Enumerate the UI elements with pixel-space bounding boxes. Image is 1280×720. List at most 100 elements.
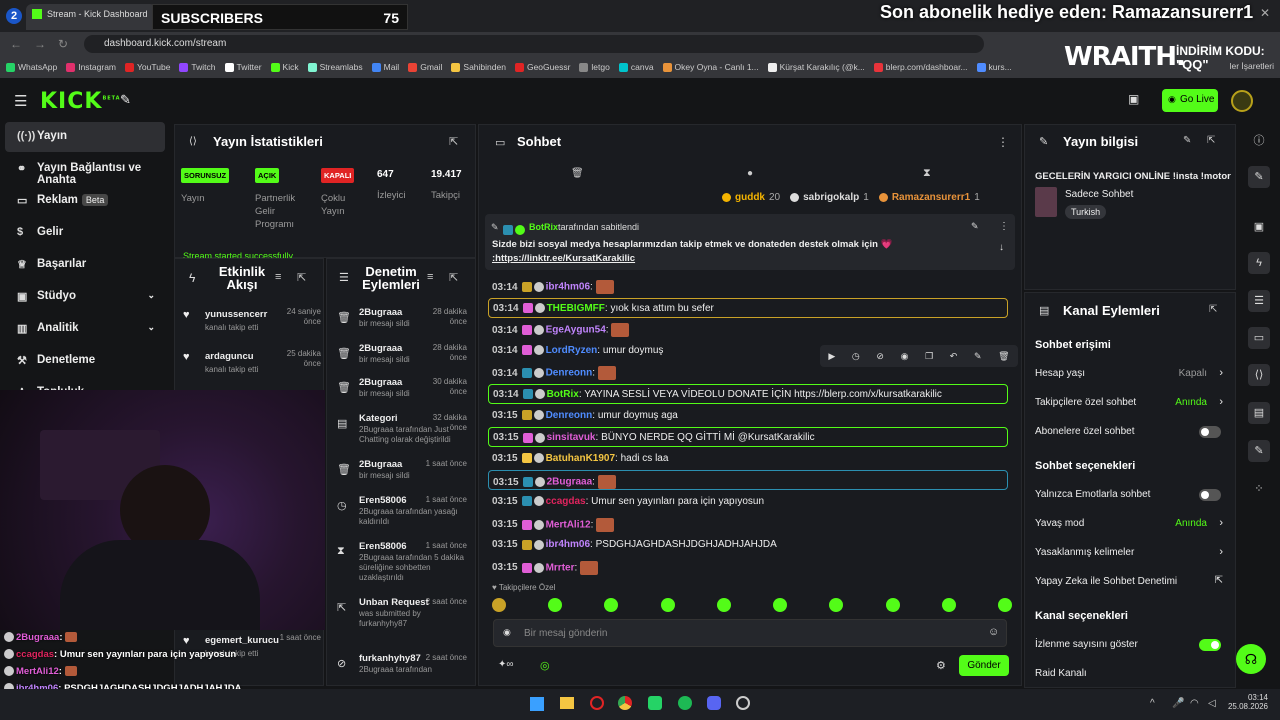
message-user[interactable]: MertAli12 (546, 519, 591, 530)
edit-icon[interactable]: ✎ (1248, 166, 1270, 188)
whatsapp-icon[interactable] (648, 696, 662, 710)
chat-message[interactable]: 03:14 BotRix: YAYINA SESLİ VEYA VİDEOLU D… (488, 384, 1008, 404)
settings-icon[interactable]: ⚙ (936, 659, 946, 672)
channel-setting-row[interactable]: Abonelere özel sohbet (1035, 426, 1225, 444)
undo-icon[interactable]: ↶ (950, 351, 958, 362)
url-field[interactable]: dashboard.kick.com/stream (84, 35, 984, 53)
channel-setting-row[interactable]: Yalnızca Emotlarla sohbet (1035, 489, 1225, 507)
sidebar-item[interactable]: ⚭ Yayın Bağlantısı ve Anahta (5, 154, 165, 186)
sidebar-item[interactable]: ((·)) Yayın (5, 122, 165, 152)
sidebar-item[interactable]: ▥ Analitik ⌄ (5, 314, 165, 344)
volume-icon[interactable]: ◁ (1208, 698, 1216, 709)
emote-quick-icon[interactable] (492, 598, 506, 612)
emote-quick-icon[interactable] (660, 598, 675, 612)
channel-setting-row[interactable]: Hesap yaşı Kapalı › (1035, 367, 1225, 386)
emote-quick-icon[interactable] (773, 598, 788, 612)
message-user[interactable]: ccagdas (546, 496, 586, 507)
palette-icon[interactable]: ⁘ (1248, 478, 1270, 500)
info-icon[interactable]: ⓘ (1248, 130, 1270, 152)
mute-icon[interactable]: ⊘ (876, 351, 884, 362)
chat-bubble-icon[interactable]: ● (747, 168, 753, 179)
chat-message[interactable]: 03:14 ibr4hm06: (488, 276, 1008, 296)
sidebar-item[interactable]: ♕ Başarılar (5, 250, 165, 280)
bookmark-item[interactable]: Instagram (66, 62, 116, 72)
back-icon[interactable]: ← (10, 37, 22, 51)
message-user[interactable]: LordRyzen (546, 345, 598, 356)
sidebar-item[interactable]: $ Gelir (5, 218, 165, 248)
top-gifter[interactable]: sabrigokalp 1 (790, 192, 869, 203)
message-user[interactable]: Denreonn (546, 368, 593, 379)
bookmark-item[interactable]: Twitter (224, 62, 262, 72)
toggle-switch[interactable] (1199, 426, 1221, 438)
message-user[interactable]: sinsitavuk (547, 432, 596, 443)
unpin-icon[interactable]: ✎ (971, 221, 979, 232)
chat-input[interactable]: ◉ Bir mesaj gönderin ☺ (493, 619, 1007, 647)
windows-start-icon[interactable] (530, 697, 544, 711)
camera-icon[interactable]: ▣ (1248, 216, 1270, 238)
go-live-button[interactable]: ◉ Go Live (1162, 89, 1218, 112)
delete-icon[interactable]: 🗑 (998, 351, 1009, 362)
bookmark-item[interactable]: Gmail (408, 62, 442, 72)
popout-icon[interactable]: ⇱ (1207, 135, 1215, 146)
pin-icon[interactable]: ✎ (974, 351, 982, 362)
bolt-icon[interactable]: ϟ (1248, 252, 1270, 274)
forward-icon[interactable]: → (34, 37, 46, 51)
filter-icon[interactable]: ≡ (427, 271, 433, 283)
bookmark-item[interactable]: Kürşat Karakılıç (@k... (767, 62, 865, 72)
message-user[interactable]: BotRix (547, 389, 579, 400)
emote-quick-icon[interactable] (548, 598, 563, 612)
channel-setting-row[interactable]: İzlenme sayısını göster (1035, 639, 1225, 657)
camera-icon[interactable]: ▣ (1128, 92, 1139, 106)
bookmark-item[interactable]: blerp.com/dashboar... (873, 62, 968, 72)
opera-icon[interactable] (590, 696, 604, 710)
chat-message[interactable]: 03:15 BatuhanK1907: hadi cs laa (488, 449, 1008, 469)
top-gifter[interactable]: Ramazansurerr1 1 (878, 192, 980, 203)
wifi-icon[interactable]: ◠ (1190, 698, 1199, 709)
wrench-icon[interactable]: ✎ (1248, 440, 1270, 462)
hourglass-icon[interactable]: ⧗ (923, 167, 931, 180)
chat-message[interactable]: 03:15 2Bugraaa: (488, 470, 1008, 491)
drive-icon[interactable]: ▤ (1248, 402, 1270, 424)
popout-icon[interactable]: ⇱ (449, 271, 458, 284)
chat-message[interactable]: 03:15 Mrrter: (488, 557, 1008, 577)
menu-icon[interactable]: ☰ (14, 92, 27, 110)
list-icon[interactable]: ☰ (1248, 290, 1270, 312)
avatar[interactable] (1231, 90, 1253, 112)
message-user[interactable]: Denreonn (546, 410, 593, 421)
toggle-switch[interactable] (1199, 639, 1221, 651)
timeout-icon[interactable]: ◷ (852, 351, 860, 362)
bookmark-item[interactable]: Mail (371, 62, 399, 72)
chat-message[interactable]: 03:14 THEBIGMFF: yıok kısa attım bu sefer (488, 297, 1008, 318)
more-icon[interactable]: ⋮ (997, 135, 1009, 149)
popout-icon[interactable]: ⇱ (449, 135, 458, 148)
emote-quick-icon[interactable] (885, 598, 900, 612)
trash-icon[interactable]: 🗑 (571, 168, 584, 179)
popout-icon[interactable]: ⇱ (1209, 304, 1217, 315)
top-gifter[interactable]: guddk 20 (722, 192, 780, 203)
bookmark-item[interactable]: Twitch (179, 62, 216, 72)
bookmark-item[interactable]: Sahibinden (451, 62, 506, 72)
bookmark-item[interactable]: YouTube (125, 62, 170, 72)
bookmark-item[interactable]: WhatsApp (6, 62, 57, 72)
sidebar-item[interactable]: ▭ Reklam Beta (5, 186, 165, 216)
reply-icon[interactable]: ◉ (901, 351, 909, 362)
message-user[interactable]: 2Bugraaa (547, 477, 593, 488)
channel-setting-row[interactable]: Raid Kanalı (1035, 668, 1225, 686)
emote-quick-icon[interactable] (604, 598, 619, 612)
browser-tab[interactable]: Stream - Kick Dashboard (26, 4, 156, 30)
filter-icon[interactable]: ≡ (275, 271, 281, 283)
channel-setting-row[interactable]: Yasaklanmış kelimeler › (1035, 546, 1225, 565)
bookmark-item[interactable]: letgo (579, 62, 610, 72)
more-icon[interactable]: ⋮ (999, 221, 1009, 232)
expand-icon[interactable]: ↓ (999, 242, 1004, 253)
kick-logo[interactable]: KICKBETA (40, 89, 121, 114)
emoji-icon[interactable]: ☺ (988, 626, 999, 638)
kick-emote-icon[interactable]: ◎ (540, 659, 550, 672)
channel-setting-row[interactable]: Yapay Zeka ile Sohbet Denetimi ⇱ (1035, 575, 1225, 594)
emote-quick-icon[interactable] (716, 598, 731, 612)
chat-message[interactable]: 03:15 MertAli12: (488, 514, 1008, 534)
emote-quick-icon[interactable] (941, 598, 956, 612)
chat-message[interactable]: 03:15 Denreonn: umur doymuş aga (488, 406, 1008, 426)
bookmark-item[interactable]: GeoGuessr (514, 62, 570, 72)
channel-setting-row[interactable]: Takipçilere özel sohbet Anında › (1035, 396, 1225, 415)
